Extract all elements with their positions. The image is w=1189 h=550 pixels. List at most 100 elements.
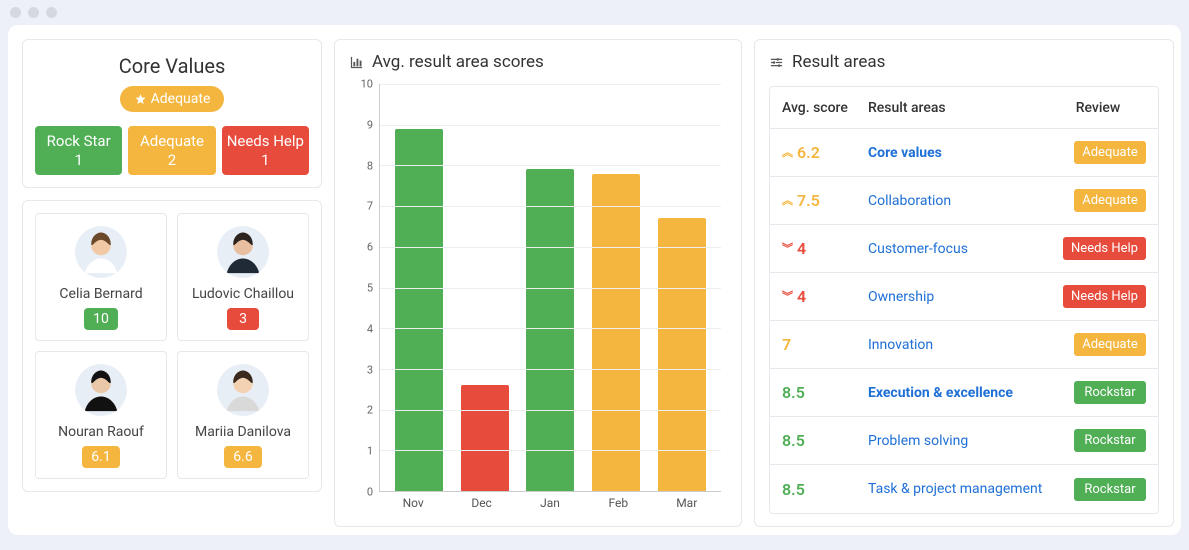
window-dot xyxy=(28,7,39,18)
row-score: 8.5 xyxy=(782,383,868,402)
y-tick: 9 xyxy=(367,118,373,131)
table-header: Avg. score Result areas Review xyxy=(770,87,1158,129)
left-column: Core Values Adequate Rock Star1Adequate2… xyxy=(22,39,322,527)
sliders-icon xyxy=(769,55,784,70)
y-tick: 0 xyxy=(367,486,373,499)
col-score: Avg. score xyxy=(782,100,868,116)
row-area-link[interactable]: Execution & excellence xyxy=(868,385,1050,401)
y-axis: 012345678910 xyxy=(349,84,377,492)
window-dot xyxy=(46,7,57,18)
x-axis: NovDecJanFebMar xyxy=(379,496,721,516)
score-box[interactable]: Adequate2 xyxy=(128,126,215,175)
y-tick: 4 xyxy=(367,322,373,335)
grid-line xyxy=(380,247,721,248)
row-score: ︾4 xyxy=(782,287,868,306)
table-row: 8.5 Task & project management Rockstar xyxy=(770,465,1158,513)
y-tick: 10 xyxy=(361,78,373,91)
x-tick: Feb xyxy=(588,496,648,516)
grid-line xyxy=(380,125,721,126)
result-areas-card: Result areas Avg. score Result areas Rev… xyxy=(754,39,1174,527)
x-tick: Mar xyxy=(657,496,717,516)
table-row: ︽6.2Core values Adequate xyxy=(770,129,1158,177)
grid-line xyxy=(380,410,721,411)
row-score-value: 7 xyxy=(782,335,791,354)
person-card[interactable]: Ludovic Chaillou3 xyxy=(177,213,309,341)
person-card[interactable]: Celia Bernard10 xyxy=(35,213,167,341)
grid-line xyxy=(380,165,721,166)
bar[interactable] xyxy=(395,129,443,491)
chart-title: Avg. result area scores xyxy=(372,52,544,72)
bar[interactable] xyxy=(592,174,640,491)
row-score: ︽6.2 xyxy=(782,143,868,162)
table-row: ︽7.5Collaboration Adequate xyxy=(770,177,1158,225)
row-score-value: 4 xyxy=(797,287,806,306)
row-score-value: 4 xyxy=(797,239,806,258)
row-area-link[interactable]: Customer-focus xyxy=(868,241,1050,257)
score-box-label: Needs Help xyxy=(224,132,307,151)
core-values-title: Core Values xyxy=(35,54,309,78)
row-score: ︽7.5 xyxy=(782,191,868,210)
trend-down-icon: ︾ xyxy=(782,243,793,254)
score-box-label: Rock Star xyxy=(37,132,120,151)
window-chrome xyxy=(0,0,1189,25)
star-icon xyxy=(134,93,147,106)
table-row: ︾4OwnershipNeeds Help xyxy=(770,273,1158,321)
y-tick: 8 xyxy=(367,159,373,172)
table-row: 7 Innovation Adequate xyxy=(770,321,1158,369)
score-box[interactable]: Needs Help1 xyxy=(222,126,309,175)
bar-chart-icon xyxy=(349,55,364,70)
window-dot xyxy=(10,7,21,18)
person-card[interactable]: Nouran Raouf6.1 xyxy=(35,351,167,479)
grid-line xyxy=(380,84,721,85)
review-badge: Rockstar xyxy=(1074,478,1146,501)
row-area-link[interactable]: Innovation xyxy=(868,337,1050,353)
review-badge: Adequate xyxy=(1074,333,1146,356)
bar[interactable] xyxy=(526,169,574,491)
col-area: Result areas xyxy=(868,100,1050,116)
row-score-value: 8.5 xyxy=(782,383,805,402)
col-review: Review xyxy=(1050,100,1146,116)
row-score-value: 6.2 xyxy=(797,143,820,162)
trend-down-icon: ︾ xyxy=(782,291,793,302)
bar[interactable] xyxy=(461,385,509,491)
review-badge: Needs Help xyxy=(1063,285,1146,308)
chart-heading: Avg. result area scores xyxy=(349,52,727,72)
person-card[interactable]: Mariia Danilova 6.6 xyxy=(177,351,309,479)
grid-line xyxy=(380,206,721,207)
table-row: ︾4Customer-focusNeeds Help xyxy=(770,225,1158,273)
y-tick: 5 xyxy=(367,282,373,295)
review-badge: Adequate xyxy=(1074,141,1146,164)
score-box[interactable]: Rock Star1 xyxy=(35,126,122,175)
review-badge: Rockstar xyxy=(1074,429,1146,452)
dashboard-window: Core Values Adequate Rock Star1Adequate2… xyxy=(8,25,1181,535)
y-tick: 7 xyxy=(367,200,373,213)
score-box-count: 1 xyxy=(224,151,307,170)
person-name: Nouran Raouf xyxy=(42,424,160,440)
row-area-link[interactable]: Task & project management xyxy=(868,481,1050,497)
result-areas-title: Result areas xyxy=(792,52,885,72)
row-area-link[interactable]: Core values xyxy=(868,145,1050,161)
row-score: 7 xyxy=(782,335,868,354)
row-score-value: 8.5 xyxy=(782,480,805,499)
people-grid: Celia Bernard10Ludovic Chaillou3Nouran R… xyxy=(35,213,309,479)
row-area-link[interactable]: Ownership xyxy=(868,289,1050,305)
avatar xyxy=(217,364,269,416)
core-values-badge: Adequate xyxy=(120,86,225,112)
row-area-link[interactable]: Collaboration xyxy=(868,193,1050,209)
row-score-value: 7.5 xyxy=(797,191,820,210)
y-tick: 1 xyxy=(367,445,373,458)
review-badge: Adequate xyxy=(1074,189,1146,212)
table-row: 8.5 Execution & excellence Rockstar xyxy=(770,369,1158,417)
grid-line xyxy=(380,369,721,370)
review-badge: Rockstar xyxy=(1074,381,1146,404)
score-box-label: Adequate xyxy=(130,132,213,151)
row-area-link[interactable]: Problem solving xyxy=(868,433,1050,449)
x-tick: Nov xyxy=(383,496,443,516)
person-score: 10 xyxy=(84,308,118,330)
table-row: 8.5Problem solvingRockstar xyxy=(770,417,1158,465)
y-tick: 3 xyxy=(367,363,373,376)
y-tick: 6 xyxy=(367,241,373,254)
person-score: 6.6 xyxy=(224,446,261,468)
y-tick: 2 xyxy=(367,404,373,417)
person-name: Mariia Danilova xyxy=(184,424,302,440)
